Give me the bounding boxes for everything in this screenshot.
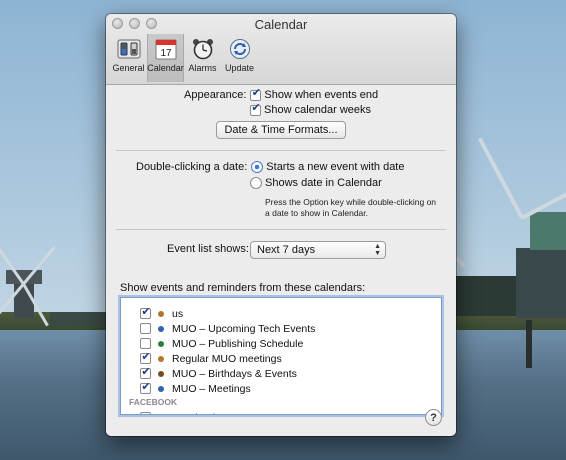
tab-alarms[interactable]: Alarms: [184, 34, 221, 82]
list-item[interactable]: Facebook Events: [121, 410, 253, 416]
option-key-note-line-1: Press the Option key while double-clicki…: [265, 197, 437, 207]
calendar-checkbox[interactable]: [140, 368, 151, 379]
show-event-end-checkbox[interactable]: [250, 89, 262, 101]
tab-update-label: Update: [224, 63, 255, 73]
calendars-list-label: Show events and reminders from these cal…: [120, 282, 366, 294]
calendar-checkbox[interactable]: [140, 308, 151, 319]
preferences-content: Appearance: Show when events end Show ca…: [106, 85, 456, 436]
update-icon: [227, 37, 253, 61]
calendar-color-dot: [158, 370, 164, 377]
appearance-label: Appearance:: [184, 89, 247, 101]
event-list-label: Event list shows:: [167, 243, 249, 255]
calendar-name: Regular MUO meetings: [172, 352, 282, 365]
calendar-checkbox[interactable]: [140, 383, 151, 394]
calendar-checkbox[interactable]: [140, 338, 151, 349]
shows-date-label[interactable]: Shows date in Calendar: [265, 177, 382, 189]
starts-new-event-label[interactable]: Starts a new event with date: [266, 161, 404, 173]
list-item[interactable]: Regular MUO meetings: [121, 351, 282, 366]
tab-alarms-label: Alarms: [188, 63, 217, 73]
calendar-color-dot: [158, 310, 164, 317]
select-arrows-icon: ▲ ▼: [374, 243, 381, 257]
calendar-preferences-window: Calendar General 17 Calendar Alarms Upda…: [106, 14, 456, 436]
calendar-color-dot: [158, 415, 164, 416]
event-list-select[interactable]: Next 7 days ▲ ▼: [250, 241, 386, 259]
list-item[interactable]: MUO – Upcoming Tech Events: [121, 321, 315, 336]
tab-calendar[interactable]: 17 Calendar: [147, 34, 184, 82]
tab-update[interactable]: Update: [221, 34, 258, 82]
calendar-color-dot: [158, 325, 164, 332]
svg-text:17: 17: [160, 48, 172, 59]
calendar-name: MUO – Publishing Schedule: [172, 337, 304, 350]
separator: [116, 229, 446, 230]
option-key-note-line-2: a date to show in Calendar.: [265, 208, 369, 218]
list-item[interactable]: MUO – Birthdays & Events: [121, 366, 297, 381]
general-switch-icon: [116, 37, 142, 61]
background-house-left: [50, 312, 106, 326]
calendar-name: MUO – Upcoming Tech Events: [172, 322, 316, 335]
show-calendar-weeks-label[interactable]: Show calendar weeks: [264, 104, 371, 116]
tab-general[interactable]: General: [110, 34, 147, 82]
date-time-formats-button[interactable]: Date & Time Formats...: [216, 121, 346, 139]
calendar-color-dot: [158, 385, 164, 392]
calendar-name: us: [172, 307, 184, 320]
option-key-note: Press the Option key while double-clicki…: [265, 197, 436, 219]
window-title: Calendar: [254, 17, 308, 32]
double-click-label: Double-clicking a date:: [136, 161, 248, 173]
starts-new-event-radio[interactable]: [251, 161, 264, 173]
background-pole: [526, 320, 532, 368]
double-click-row-2: Shows date in Calendar: [250, 177, 382, 189]
calendars-list[interactable]: us MUO – Upcoming Tech Events MUO – Publis…: [120, 297, 442, 415]
double-click-row-1: Double-clicking a date: Starts a new eve…: [136, 161, 404, 173]
background-house-right: [456, 276, 518, 316]
calendar-checkbox[interactable]: [140, 323, 151, 334]
appearance-row-1: Appearance: Show when events end: [184, 89, 378, 101]
calendar-name: MUO – Birthdays & Events: [172, 367, 297, 380]
titlebar: Calendar General 17 Calendar Alarms Upda…: [106, 14, 456, 85]
show-event-end-label[interactable]: Show when events end: [264, 89, 378, 101]
event-list-value: Next 7 days: [257, 244, 316, 256]
show-calendar-weeks-checkbox[interactable]: [250, 104, 261, 116]
list-item[interactable]: us: [121, 306, 183, 321]
alarm-clock-icon: [190, 37, 216, 61]
tab-calendar-label: Calendar: [147, 63, 184, 73]
calendar-name: MUO – Meetings: [172, 382, 251, 395]
calendar-group-header: FACEBOOK: [129, 397, 178, 407]
calendar-color-dot: [158, 355, 164, 362]
shows-date-radio[interactable]: [250, 177, 262, 189]
calendar-name: Facebook Events: [172, 412, 253, 415]
separator: [116, 150, 446, 151]
list-item[interactable]: MUO – Meetings: [121, 381, 251, 396]
preferences-toolbar: General 17 Calendar Alarms Update: [110, 34, 258, 82]
help-button[interactable]: ?: [425, 409, 442, 426]
appearance-row-2: Show calendar weeks: [250, 104, 371, 116]
calendar-color-dot: [158, 340, 164, 347]
calendar-checkbox[interactable]: [140, 412, 151, 414]
tab-general-label: General: [112, 63, 145, 73]
calendar-checkbox[interactable]: [140, 353, 151, 364]
calendar-icon: 17: [153, 37, 179, 61]
list-item[interactable]: MUO – Publishing Schedule: [121, 336, 303, 351]
